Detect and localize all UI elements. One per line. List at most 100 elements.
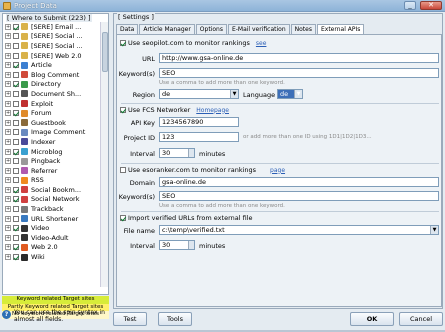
tree-item[interactable]: + Article [4, 60, 100, 70]
tree-scrollbar-thumb[interactable] [102, 32, 108, 72]
tree-item-checkbox[interactable] [13, 167, 19, 174]
tree-item[interactable]: + RSS [4, 176, 100, 186]
spinner-icon[interactable] [188, 241, 194, 249]
tree-item-checkbox[interactable] [13, 158, 19, 165]
tree-item-checkbox[interactable] [13, 225, 19, 232]
tree-item-checkbox[interactable] [13, 129, 19, 136]
tree-item[interactable]: + Directory [4, 80, 100, 90]
import-file-field[interactable]: c:\temp\verified.txt ▼ [159, 225, 439, 235]
tree-item[interactable]: + [SERE] Email ... [4, 22, 100, 32]
seopilot-enable-checkbox[interactable] [120, 40, 126, 46]
tree-item[interactable]: + Microblog [4, 147, 100, 157]
tree-item[interactable]: + Wiki [4, 252, 100, 262]
tree-item-checkbox[interactable] [13, 254, 19, 261]
tree-item-checkbox[interactable] [13, 42, 19, 49]
tree-item-checkbox[interactable] [13, 244, 19, 251]
expand-icon[interactable]: + [5, 138, 11, 145]
tree-item-checkbox[interactable] [13, 33, 19, 40]
tab-options[interactable]: Options [195, 24, 227, 34]
expand-icon[interactable]: + [5, 119, 11, 126]
esoranker-domain-field[interactable]: gsa-online.de [159, 177, 439, 187]
tree-item-checkbox[interactable] [13, 148, 19, 155]
expand-icon[interactable]: + [5, 100, 11, 107]
expand-icon[interactable]: + [5, 158, 11, 165]
tree-item[interactable]: + [SERE] Social ... [4, 41, 100, 51]
tree-item[interactable]: + Document Sh... [4, 89, 100, 99]
tree-scrollbar[interactable] [100, 22, 108, 287]
tree-item-checkbox[interactable] [13, 119, 19, 126]
tab-email-verification[interactable]: E-Mail verification [227, 24, 290, 34]
expand-icon[interactable]: + [5, 42, 11, 49]
expand-icon[interactable]: + [5, 196, 11, 203]
tree-item[interactable]: + Exploit [4, 99, 100, 109]
tree-item-checkbox[interactable] [13, 206, 19, 213]
tree-item-checkbox[interactable] [13, 196, 19, 203]
tree-item-checkbox[interactable] [13, 110, 19, 117]
esoranker-page-link[interactable]: page [270, 167, 285, 174]
cancel-button[interactable]: Cancel [399, 312, 443, 326]
tree-item[interactable]: + Guestbook [4, 118, 100, 128]
expand-icon[interactable]: + [5, 33, 11, 40]
expand-icon[interactable]: + [5, 206, 11, 213]
close-button[interactable]: ✕ [420, 1, 442, 10]
test-button[interactable]: Test [113, 312, 147, 326]
expand-icon[interactable]: + [5, 129, 11, 136]
platform-tree[interactable]: + [SERE] Email ... + [SERE] Social ... + [SER… [4, 22, 100, 287]
tree-item[interactable]: + Web 2.0 [4, 243, 100, 253]
seopilot-keyword-field[interactable]: SEO [159, 68, 439, 78]
fcs-homepage-link[interactable]: Homepage [196, 107, 229, 114]
seopilot-region-select[interactable]: de ▼ [159, 89, 239, 99]
tree-item-checkbox[interactable] [13, 52, 19, 59]
fcs-enable-checkbox[interactable] [120, 107, 126, 113]
esoranker-keyword-field[interactable]: SEO [159, 191, 439, 201]
expand-icon[interactable]: + [5, 23, 11, 30]
fcs-api-key-field[interactable]: 1234567890 [159, 117, 239, 127]
tree-item-checkbox[interactable] [13, 81, 19, 88]
tree-item[interactable]: + Pingback [4, 156, 100, 166]
expand-icon[interactable]: + [5, 254, 11, 261]
expand-icon[interactable]: + [5, 244, 11, 251]
tab-article-manager[interactable]: Article Manager [139, 24, 195, 34]
minimize-button[interactable]: _ [404, 1, 416, 10]
import-enable-checkbox[interactable] [120, 215, 126, 221]
expand-icon[interactable]: + [5, 62, 11, 69]
esoranker-enable-checkbox[interactable] [120, 167, 126, 173]
tree-item-checkbox[interactable] [13, 177, 19, 184]
tree-item[interactable]: + Image Comment [4, 128, 100, 138]
fcs-interval-field[interactable]: 30 [159, 148, 195, 158]
expand-icon[interactable]: + [5, 167, 11, 174]
tree-item-checkbox[interactable] [13, 71, 19, 78]
expand-icon[interactable]: + [5, 52, 11, 59]
tree-item-checkbox[interactable] [13, 234, 19, 241]
tree-item[interactable]: + Social Network [4, 195, 100, 205]
tree-item[interactable]: + Indexer [4, 137, 100, 147]
expand-icon[interactable]: + [5, 81, 11, 88]
spinner-icon[interactable] [188, 149, 194, 157]
tree-item-checkbox[interactable] [13, 100, 19, 107]
expand-icon[interactable]: + [5, 110, 11, 117]
expand-icon[interactable]: + [5, 225, 11, 232]
tree-item[interactable]: + Social Bookm... [4, 185, 100, 195]
tree-item-checkbox[interactable] [13, 215, 19, 222]
expand-icon[interactable]: + [5, 71, 11, 78]
tree-item-checkbox[interactable] [13, 186, 19, 193]
tree-item-checkbox[interactable] [13, 90, 19, 97]
tree-item[interactable]: + Video-Adult [4, 233, 100, 243]
fcs-project-id-field[interactable]: 123 [159, 132, 239, 142]
tree-item[interactable]: + Blog Comment [4, 70, 100, 80]
expand-icon[interactable]: + [5, 90, 11, 97]
tools-button[interactable]: Tools [158, 312, 192, 326]
tree-item[interactable]: + [SERE] Social ... [4, 32, 100, 42]
ok-button[interactable]: OK [350, 312, 394, 326]
import-interval-field[interactable]: 30 [159, 240, 195, 250]
expand-icon[interactable]: + [5, 177, 11, 184]
seopilot-see-link[interactable]: see [256, 40, 267, 47]
seopilot-url-field[interactable]: http://www.gsa-online.de [159, 53, 439, 63]
tree-item[interactable]: + Referrer [4, 166, 100, 176]
expand-icon[interactable]: + [5, 186, 11, 193]
tree-item-checkbox[interactable] [13, 138, 19, 145]
tab-data[interactable]: Data [116, 24, 139, 34]
tab-notes[interactable]: Notes [290, 24, 316, 34]
tree-item[interactable]: + URL Shortener [4, 214, 100, 224]
expand-icon[interactable]: + [5, 148, 11, 155]
